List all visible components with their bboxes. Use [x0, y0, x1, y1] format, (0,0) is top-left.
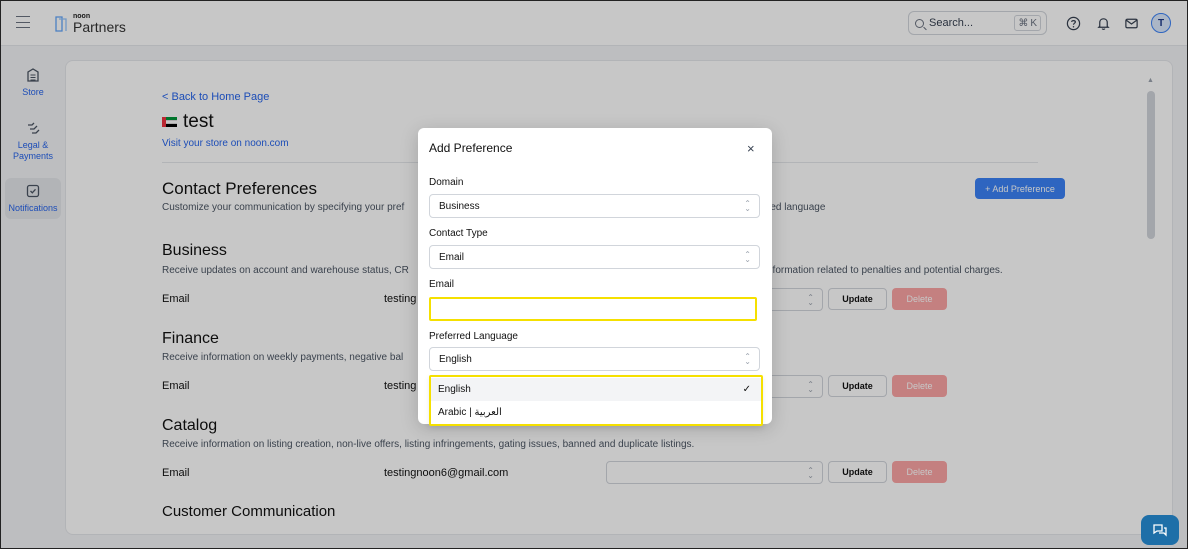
email-label: Email [429, 279, 455, 290]
modal-title: Add Preference [429, 141, 513, 155]
preferred-language-value: English [439, 353, 472, 365]
close-icon[interactable]: × [747, 141, 755, 156]
language-option-english[interactable]: English ✓ [431, 378, 761, 401]
app-frame: noon Partners Search... ⌘ K T Store Lega… [0, 0, 1188, 549]
chevron-updown-icon: ⌃ ⌄ [744, 250, 751, 264]
domain-label: Domain [429, 177, 464, 188]
language-option-arabic[interactable]: Arabic | العربية [431, 401, 761, 424]
preferred-language-select[interactable]: English ⌃ ⌄ [429, 347, 760, 371]
language-dropdown: English ✓ Arabic | العربية [429, 375, 763, 426]
contact-type-value: Email [439, 251, 465, 263]
preferred-language-label: Preferred Language [429, 331, 518, 342]
contact-type-select[interactable]: Email ⌃ ⌄ [429, 245, 760, 269]
chat-icon [1153, 524, 1167, 537]
chevron-updown-icon: ⌃ ⌄ [744, 352, 751, 366]
option-label: English [438, 384, 471, 395]
domain-value: Business [439, 200, 480, 212]
email-input[interactable] [429, 297, 757, 321]
chat-button[interactable] [1141, 515, 1179, 545]
contact-type-label: Contact Type [429, 228, 488, 239]
chevron-updown-icon: ⌃ ⌄ [744, 199, 751, 213]
option-label: Arabic | العربية [438, 407, 502, 418]
domain-select[interactable]: Business ⌃ ⌄ [429, 194, 760, 218]
check-icon: ✓ [742, 384, 751, 395]
